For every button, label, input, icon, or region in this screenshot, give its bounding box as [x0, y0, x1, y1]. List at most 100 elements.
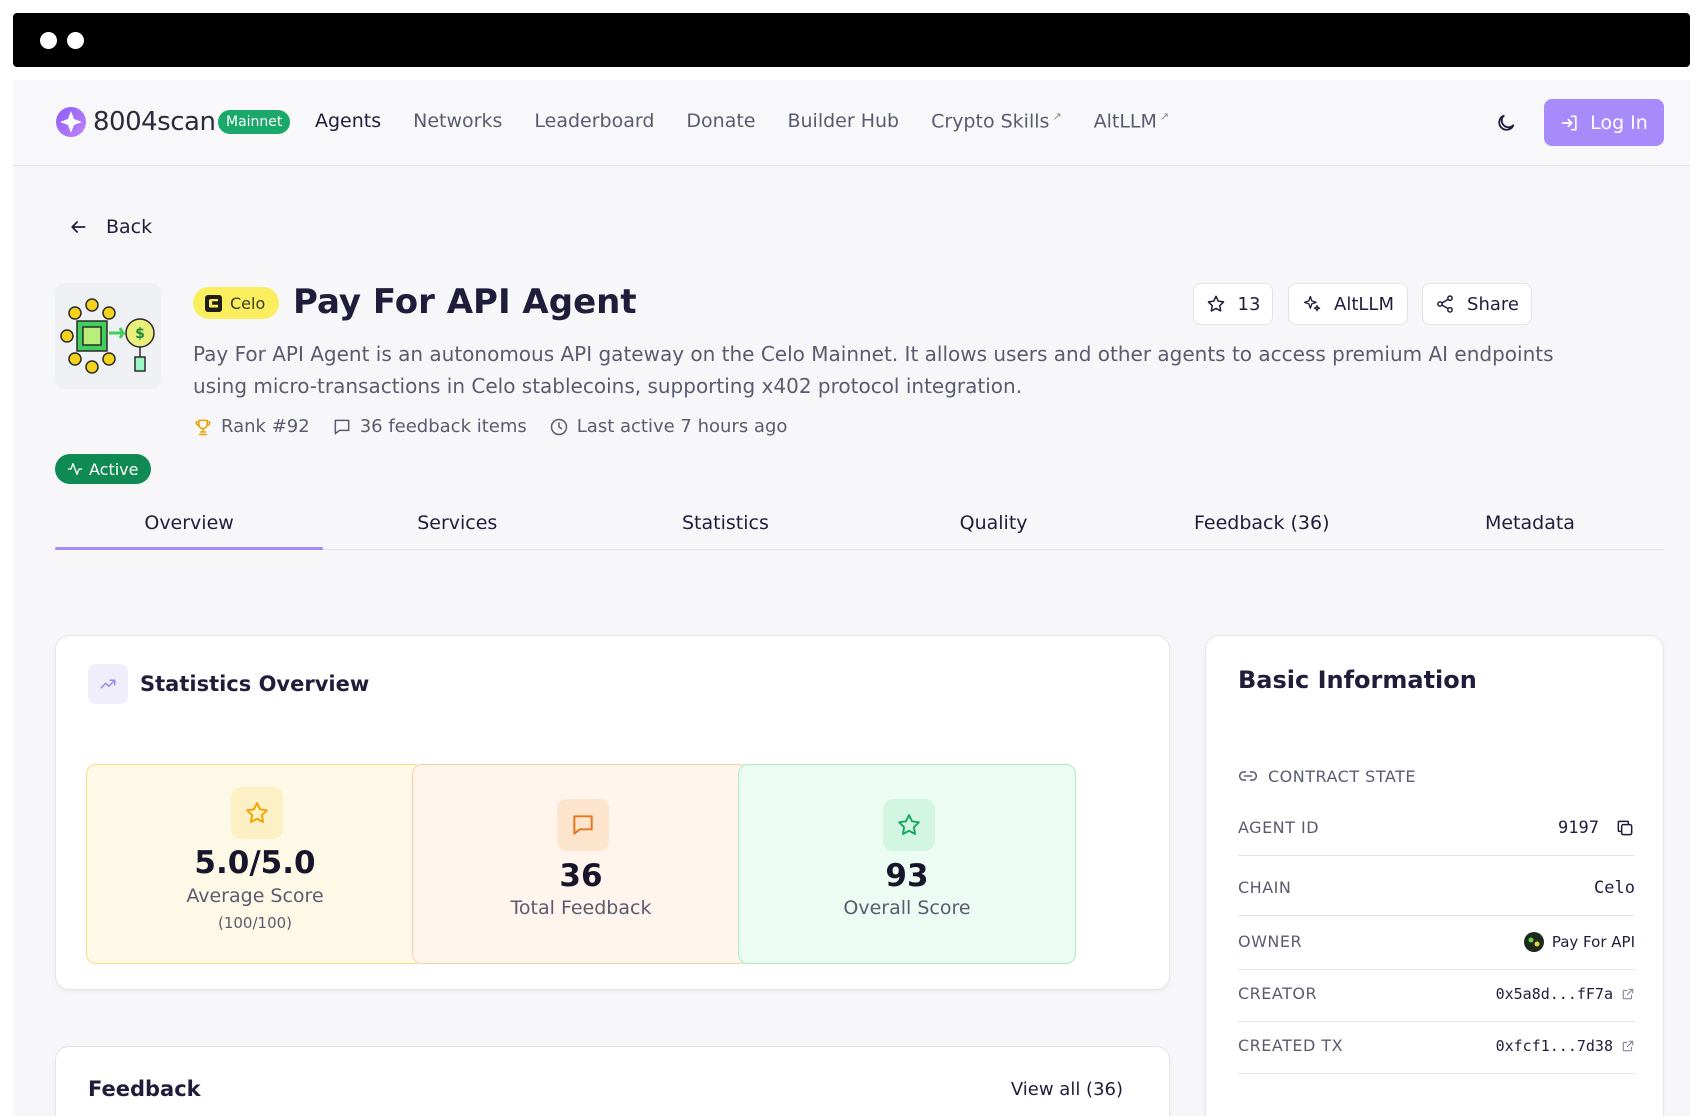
- stat-total-feedback: 36 Total Feedback: [412, 764, 750, 964]
- nav-link-builder-hub[interactable]: Builder Hub: [787, 110, 899, 132]
- status-label: Active: [89, 459, 139, 479]
- stat-label: Total Feedback: [510, 897, 652, 919]
- login-label: Log In: [1590, 111, 1648, 134]
- nav-links: Agents Networks Leaderboard Donate Build…: [315, 110, 1201, 132]
- login-button[interactable]: Log In: [1544, 99, 1664, 146]
- arrow-left-icon: [71, 221, 86, 233]
- status-badge: Active: [55, 454, 151, 484]
- stat-label: Overall Score: [843, 897, 971, 919]
- stat-value: 36: [559, 858, 603, 894]
- feedback-title: Feedback: [88, 1077, 201, 1101]
- statistics-title: Statistics Overview: [140, 672, 370, 696]
- top-navbar: 8004scan Mainnet Agents Networks Leaderb…: [13, 80, 1690, 166]
- agent-meta-row: Rank #92 36 feedback items Last active 7…: [193, 416, 787, 437]
- feedback-count-text: 36 feedback items: [359, 416, 527, 437]
- info-value: Celo: [1594, 877, 1635, 898]
- back-link[interactable]: Back: [68, 216, 152, 238]
- window-close-dot[interactable]: [40, 32, 57, 49]
- external-link-icon: [1622, 1040, 1634, 1051]
- nav-link-leaderboard[interactable]: Leaderboard: [534, 110, 654, 132]
- window-minimize-dot[interactable]: [67, 32, 84, 49]
- moon-icon[interactable]: [1495, 112, 1517, 134]
- logo-icon[interactable]: [55, 106, 87, 138]
- altllm-button[interactable]: AltLLM: [1288, 283, 1408, 325]
- sparkles-icon: [1303, 295, 1321, 312]
- star-button[interactable]: 13: [1193, 283, 1273, 325]
- nav-link-altllm[interactable]: AltLLM ↗: [1094, 110, 1170, 132]
- view-all-feedback-link[interactable]: View all (36): [1011, 1079, 1123, 1100]
- last-active-text: Last active 7 hours ago: [576, 416, 788, 437]
- star-icon: [1207, 295, 1224, 312]
- external-link-icon: ↗: [1159, 110, 1170, 123]
- feedback-card: Feedback View all (36): [55, 1046, 1170, 1116]
- tab-bar: Overview Services Statistics Quality Fee…: [55, 490, 1664, 550]
- share-button[interactable]: Share: [1422, 283, 1532, 325]
- agent-title: Pay For API Agent: [293, 282, 637, 322]
- info-row-created-tx: CREATED TX 0xfcf1...7d38: [1238, 1018, 1635, 1074]
- statistics-overview-card: Statistics Overview 5.0/5.0 Average Scor…: [55, 635, 1170, 990]
- tab-services[interactable]: Services: [323, 490, 591, 549]
- basic-info-title: Basic Information: [1238, 666, 1477, 694]
- agent-avatar: $: [55, 283, 161, 389]
- info-row-creator: CREATOR 0x5a8d...fF7a: [1238, 966, 1635, 1022]
- copy-icon[interactable]: [1615, 818, 1635, 838]
- nav-link-networks[interactable]: Networks: [413, 110, 502, 132]
- basic-information-card: Basic Information CONTRACT STATE AGENT I…: [1205, 635, 1664, 1116]
- info-value[interactable]: Pay For API: [1523, 931, 1635, 952]
- tab-metadata[interactable]: Metadata: [1396, 490, 1664, 549]
- info-key: CREATED TX: [1238, 1036, 1344, 1055]
- tab-quality[interactable]: Quality: [860, 490, 1128, 549]
- share-icon: [1437, 295, 1453, 313]
- info-key: CHAIN: [1238, 878, 1292, 897]
- window-titlebar: [13, 13, 1690, 67]
- nav-link-agents[interactable]: Agents: [315, 110, 381, 132]
- nav-link-crypto-skills[interactable]: Crypto Skills ↗: [931, 110, 1062, 132]
- feedback-count-item: 36 feedback items: [332, 416, 527, 437]
- agent-avatar-image: $: [60, 298, 155, 374]
- logo-text[interactable]: 8004scan: [93, 107, 216, 137]
- info-key: OWNER: [1238, 932, 1303, 951]
- trending-up-icon: [88, 664, 128, 704]
- star-icon: [231, 787, 283, 839]
- tab-feedback[interactable]: Feedback (36): [1128, 490, 1396, 549]
- star-count: 13: [1237, 293, 1261, 315]
- stat-label: Average Score: [186, 885, 324, 907]
- stat-sub: (100/100): [217, 914, 293, 932]
- contract-state-label: CONTRACT STATE: [1268, 766, 1416, 786]
- info-row-agent-id: AGENT ID 9197: [1238, 800, 1635, 856]
- svg-text:$: $: [135, 326, 145, 342]
- nav-link-donate[interactable]: Donate: [686, 110, 755, 132]
- info-row-owner: OWNER Pay For API: [1238, 914, 1635, 970]
- share-label: Share: [1467, 293, 1519, 315]
- nav-link-altllm-label: AltLLM: [1093, 110, 1157, 133]
- stat-overall-score: 93 Overall Score: [738, 764, 1076, 964]
- info-value[interactable]: 0xfcf1...7d38: [1496, 1037, 1635, 1055]
- app-page: 8004scan Mainnet Agents Networks Leaderb…: [13, 80, 1690, 1116]
- link-icon: [1238, 771, 1258, 781]
- created-tx-hash: 0xfcf1...7d38: [1495, 1036, 1613, 1055]
- external-link-icon: [1622, 988, 1634, 999]
- celo-icon: [205, 294, 222, 312]
- owner-name: Pay For API: [1551, 932, 1635, 951]
- altllm-label: AltLLM: [1334, 293, 1394, 315]
- login-icon: [1561, 115, 1577, 130]
- creator-address: 0x5a8d...fF7a: [1495, 984, 1613, 1003]
- chain-badge[interactable]: Celo: [193, 287, 280, 319]
- external-link-icon: ↗: [1052, 110, 1062, 123]
- message-icon: [557, 799, 609, 851]
- tab-overview[interactable]: Overview: [55, 490, 324, 550]
- info-key: AGENT ID: [1238, 818, 1320, 837]
- info-key: CREATOR: [1238, 984, 1318, 1003]
- chain-badge-label: Celo: [230, 293, 266, 313]
- back-label: Back: [106, 216, 153, 238]
- rank-item: Rank #92: [193, 416, 310, 437]
- message-icon: [334, 419, 350, 434]
- trophy-icon: [195, 419, 211, 435]
- info-value[interactable]: 0x5a8d...fF7a: [1496, 985, 1635, 1003]
- info-value: 9197: [1558, 818, 1635, 838]
- agent-id-value: 9197: [1558, 817, 1599, 838]
- agent-description: Pay For API Agent is an autonomous API g…: [193, 342, 1554, 398]
- last-active-item: Last active 7 hours ago: [549, 416, 788, 437]
- rank-text: Rank #92: [221, 416, 310, 437]
- tab-statistics[interactable]: Statistics: [591, 490, 859, 549]
